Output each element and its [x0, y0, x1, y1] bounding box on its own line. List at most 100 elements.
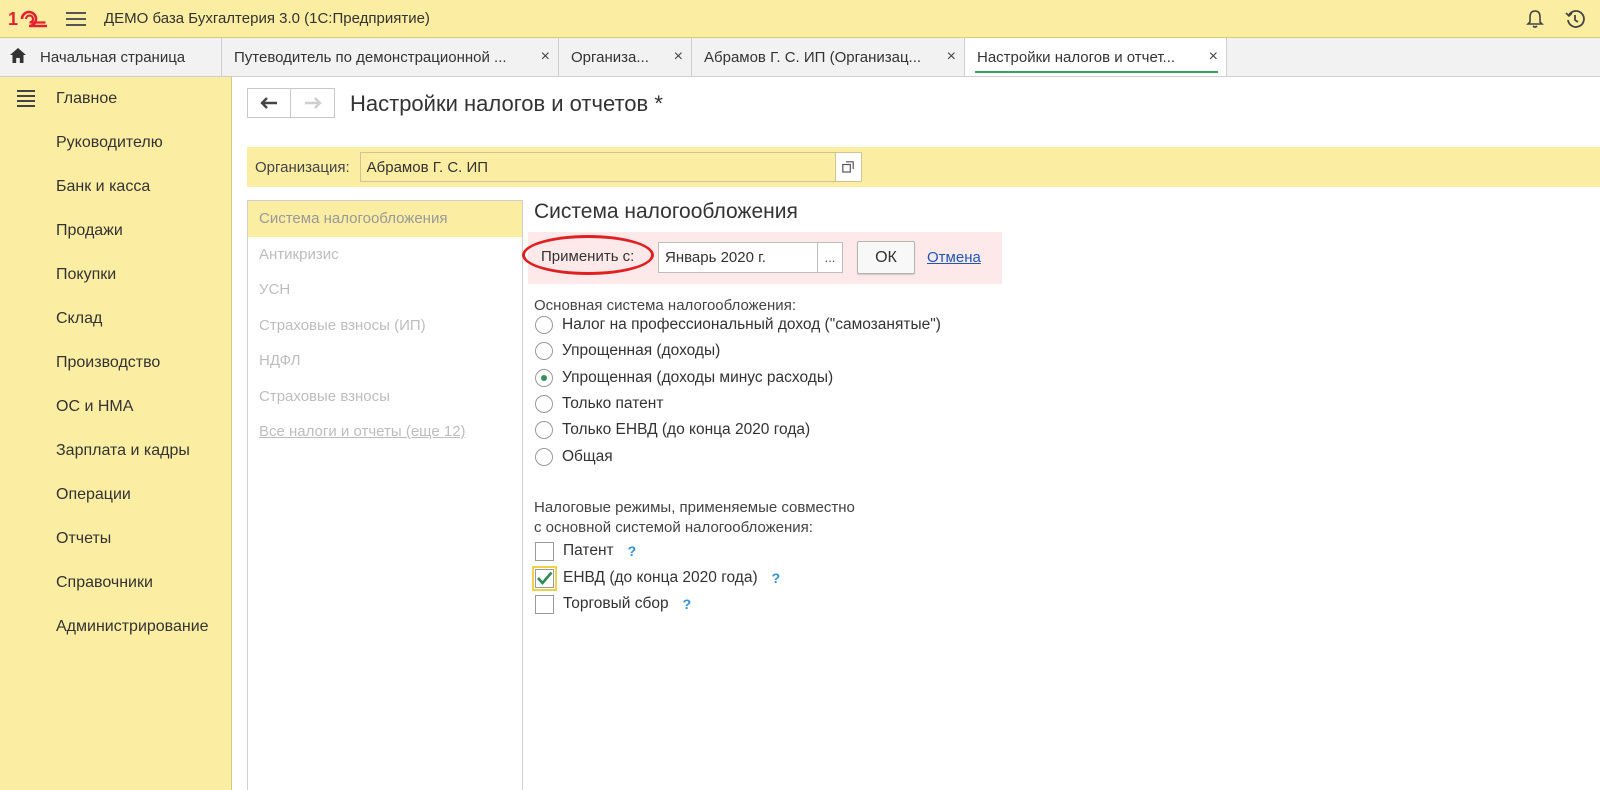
tab-label: Путеводитель по демонстрационной ... [234, 48, 507, 66]
sidebar-item-payroll[interactable]: Зарплата и кадры [0, 429, 231, 473]
radio-button[interactable] [535, 342, 553, 360]
app-title: ДЕМО база Бухгалтерия 3.0 (1С:Предприяти… [104, 10, 430, 27]
sidebar-item-sales[interactable]: Продажи [0, 209, 231, 253]
nav-all-taxes-link[interactable]: Все налоги и отчеты (еще 12) [248, 414, 522, 450]
sidebar-item-director[interactable]: Руководителю [0, 121, 231, 165]
organization-bar: Организация: Абрамов Г. С. ИП [247, 147, 1600, 187]
checkbox-label: Патент [563, 542, 614, 559]
radio-label: Общая [562, 448, 613, 465]
forward-button[interactable] [291, 88, 335, 118]
help-icon[interactable]: ? [628, 543, 637, 559]
close-icon[interactable]: × [1209, 48, 1218, 66]
sidebar-item-purchases[interactable]: Покупки [0, 253, 231, 297]
sidebar-item-main[interactable]: Главное [0, 77, 231, 121]
radio-button[interactable] [535, 448, 553, 466]
sidebar-item-operations[interactable]: Операции [0, 473, 231, 517]
sidebar-item-warehouse[interactable]: Склад [0, 297, 231, 341]
arrow-left-icon [260, 97, 277, 109]
sidebar-item-administration[interactable]: Администрирование [0, 605, 231, 649]
radio-patent-only[interactable]: Только патент [535, 393, 663, 415]
radio-envd-only[interactable]: Только ЕНВД (до конца 2020 года) [535, 419, 810, 441]
close-icon[interactable]: × [541, 48, 550, 66]
radio-selected-dot [541, 375, 547, 381]
history-icon[interactable] [1564, 8, 1586, 30]
combined-regimes-label-line2: с основной системой налогообложения: [534, 519, 813, 536]
open-organization-button[interactable] [835, 152, 862, 182]
radio-button[interactable] [535, 316, 553, 334]
sections-sidebar: Главное Руководителю Банк и касса Продаж… [0, 77, 232, 790]
tab-tax-settings[interactable]: Настройки налогов и отчет... × [965, 38, 1227, 76]
arrow-right-icon [304, 97, 322, 109]
sidebar-item-label: Главное [56, 90, 118, 107]
checkbox[interactable] [532, 565, 557, 591]
nav-usn[interactable]: УСН [248, 272, 522, 308]
radio-button[interactable] [535, 369, 553, 387]
sidebar-item-label: Банк и касса [56, 178, 151, 195]
radio-usn-income-minus-expenses[interactable]: Упрощенная (доходы минус расходы) [535, 367, 833, 389]
sidebar-item-label: Продажи [56, 222, 123, 239]
radio-self-employed[interactable]: Налог на профессиональный доход ("самоза… [535, 314, 941, 336]
radio-button[interactable] [535, 421, 553, 439]
radio-button[interactable] [535, 395, 553, 413]
tab-guide[interactable]: Путеводитель по демонстрационной ... × [222, 38, 559, 76]
radio-usn-income[interactable]: Упрощенная (доходы) [535, 340, 720, 362]
radio-label: Только патент [562, 395, 664, 412]
apply-date-bar: Применить с: Январь 2020 г. ... ОК Отмен… [522, 232, 1002, 284]
cancel-link[interactable]: Отмена [927, 249, 981, 266]
svg-text:1: 1 [8, 9, 18, 29]
help-icon[interactable]: ? [772, 570, 781, 586]
nav-ndfl[interactable]: НДФЛ [248, 343, 522, 379]
sidebar-item-production[interactable]: Производство [0, 341, 231, 385]
checkbox-trade-fee[interactable]: Торговый сбор ? [535, 592, 691, 616]
radio-label: Только ЕНВД (до конца 2020 года) [562, 421, 811, 438]
tab-label: Абрамов Г. С. ИП (Организац... [704, 48, 922, 66]
home-icon [10, 47, 26, 67]
checkmark-icon [537, 571, 553, 585]
back-button[interactable] [247, 88, 291, 118]
history-navigation [247, 88, 335, 118]
sidebar-item-label: Справочники [56, 574, 153, 591]
open-icon [842, 161, 854, 173]
sidebar-item-label: ОС и НМА [56, 398, 134, 415]
sidebar-item-label: Производство [56, 354, 161, 371]
tab-organizations[interactable]: Организа... × [559, 38, 692, 76]
ok-button[interactable]: ОК [857, 241, 915, 274]
sidebar-item-bank[interactable]: Банк и касса [0, 165, 231, 209]
radio-general[interactable]: Общая [535, 446, 613, 468]
nav-insurance-ip[interactable]: Страховые взносы (ИП) [248, 308, 522, 344]
help-icon[interactable]: ? [683, 596, 692, 612]
nav-anticrisis[interactable]: Антикризис [248, 237, 522, 273]
tab-home[interactable]: Начальная страница [0, 38, 222, 76]
sidebar-item-catalogs[interactable]: Справочники [0, 561, 231, 605]
section-title: Система налогообложения [534, 200, 798, 223]
close-icon[interactable]: × [674, 48, 683, 66]
checkbox[interactable] [535, 541, 554, 561]
apply-date-field[interactable]: Январь 2020 г. [658, 242, 818, 273]
checkbox-envd[interactable]: ЕНВД (до конца 2020 года) ? [532, 565, 781, 591]
checkbox-label: Торговый сбор [563, 595, 669, 612]
combined-regimes-label: Налоговые режимы, применяемые совместно … [534, 498, 855, 538]
nav-insurance[interactable]: Страховые взносы [248, 379, 522, 415]
checkbox[interactable] [535, 594, 554, 614]
sidebar-item-assets[interactable]: ОС и НМА [0, 385, 231, 429]
radio-label: Упрощенная (доходы минус расходы) [562, 369, 834, 386]
organization-field[interactable]: Абрамов Г. С. ИП [359, 152, 836, 182]
open-tabs-bar: Начальная страница Путеводитель по демон… [0, 38, 1600, 77]
close-icon[interactable]: × [947, 48, 956, 66]
sidebar-item-label: Администрирование [56, 618, 209, 635]
sidebar-item-label: Отчеты [56, 530, 112, 547]
settings-navigation: Система налогообложения Антикризис УСН С… [247, 200, 523, 790]
checkbox-patent[interactable]: Патент ? [535, 539, 636, 563]
notifications-bell-icon[interactable] [1524, 8, 1546, 30]
sidebar-item-reports[interactable]: Отчеты [0, 517, 231, 561]
sidebar-item-label: Зарплата и кадры [56, 442, 190, 459]
combined-regimes-label-line1: Налоговые режимы, применяемые совместно [534, 499, 855, 516]
sidebar-item-label: Операции [56, 486, 131, 503]
tab-label: Начальная страница [40, 48, 186, 66]
choose-date-button[interactable]: ... [818, 242, 843, 273]
tab-organization-card[interactable]: Абрамов Г. С. ИП (Организац... × [692, 38, 965, 76]
main-menu-icon[interactable] [66, 11, 86, 26]
tab-label: Настройки налогов и отчет... [977, 48, 1176, 66]
1c-logo: 1 [8, 8, 50, 30]
nav-tax-system[interactable]: Система налогообложения [248, 201, 522, 237]
